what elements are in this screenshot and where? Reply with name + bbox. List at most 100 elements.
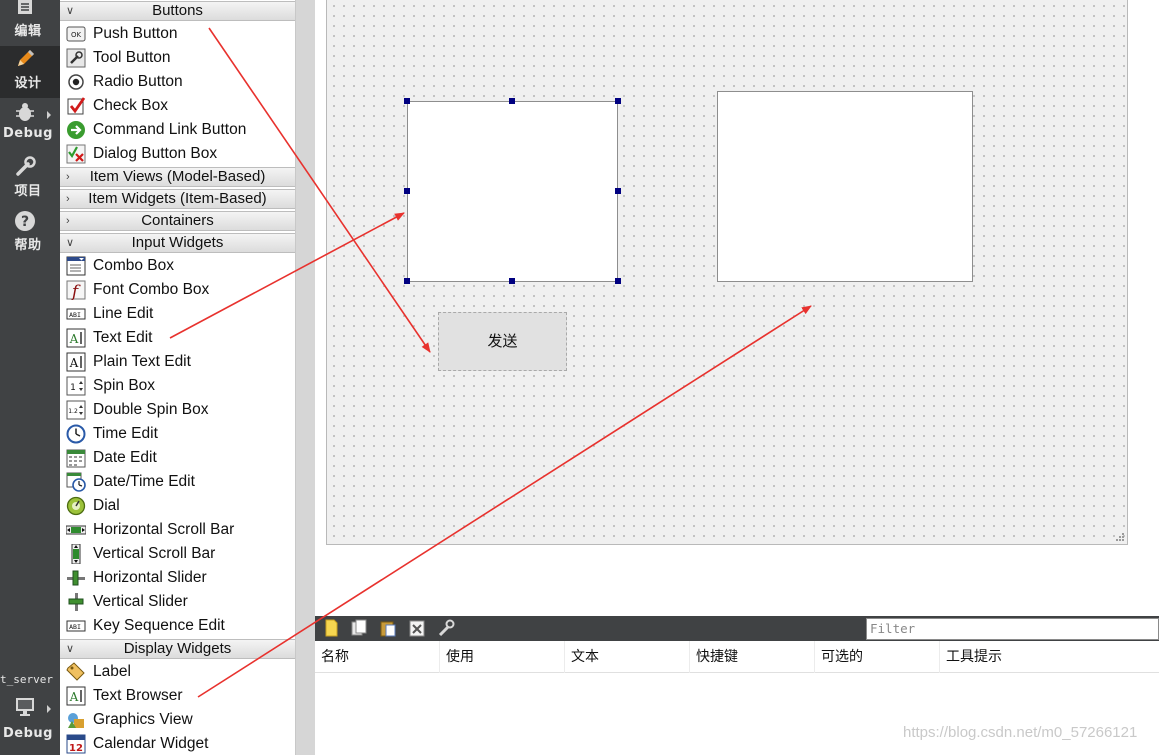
widget-plain-text-edit[interactable]: A Plain Text Edit <box>60 350 295 374</box>
widget-radio-button[interactable]: Radio Button <box>60 70 295 94</box>
widget-date-time-edit[interactable]: Date/Time Edit <box>60 470 295 494</box>
new-action-icon[interactable] <box>322 619 340 637</box>
widget-label: Line Edit <box>93 305 154 322</box>
key-sequence-edit-icon: ABI <box>66 620 86 632</box>
widget-label: Key Sequence Edit <box>93 617 225 634</box>
line-edit-icon: ABI <box>66 308 86 320</box>
column-header-name[interactable]: 名称 <box>315 641 440 673</box>
mode-label: 编辑 <box>14 24 42 39</box>
kit-selector[interactable]: Debug <box>0 694 60 746</box>
watermark: https://blog.csdn.net/m0_57266121 <box>903 724 1138 741</box>
resize-handle[interactable] <box>615 188 621 194</box>
widget-label: Plain Text Edit <box>93 353 191 370</box>
widget-label: Font Combo Box <box>93 281 210 298</box>
mode-edit[interactable]: 编辑 <box>0 0 60 50</box>
mode-project[interactable]: 项目 <box>0 154 60 206</box>
horizontal-slider-icon <box>67 570 85 586</box>
mode-label: 设计 <box>14 76 42 91</box>
resize-handle[interactable] <box>615 98 621 104</box>
resize-handle[interactable] <box>404 278 410 284</box>
dialog-button-box-icon <box>66 144 86 164</box>
double-spin-box-icon: 1.2 <box>66 400 86 420</box>
widget-vertical-slider[interactable]: Vertical Slider <box>60 590 295 614</box>
widget-dialog-button-box[interactable]: Dialog Button Box <box>60 142 295 166</box>
column-header-shortcut[interactable]: 快捷键 <box>690 641 815 673</box>
project-label[interactable]: t_server <box>0 673 60 686</box>
widget-label: Spin Box <box>93 377 156 394</box>
category-display-widgets[interactable]: ∨ Display Widgets <box>60 639 295 659</box>
widget-label: Double Spin Box <box>93 401 209 418</box>
mode-help[interactable]: ? 帮助 <box>0 208 60 260</box>
mode-debug[interactable]: Debug <box>0 100 60 152</box>
configure-icon[interactable] <box>437 619 455 637</box>
widget-key-sequence-edit[interactable]: ABI Key Sequence Edit <box>60 614 295 638</box>
widget-graphics-view[interactable]: Graphics View <box>60 708 295 732</box>
graphics-view-icon <box>68 713 84 728</box>
widget-horizontal-slider[interactable]: Horizontal Slider <box>60 566 295 590</box>
widget-text-browser[interactable]: A Text Browser <box>60 684 295 708</box>
form-canvas[interactable]: 发送 <box>326 0 1128 545</box>
command-link-icon <box>67 121 85 139</box>
svg-text:?: ? <box>21 214 29 230</box>
widget-dial[interactable]: Dial <box>60 494 295 518</box>
resize-handle[interactable] <box>615 278 621 284</box>
column-header-used[interactable]: 使用 <box>440 641 565 673</box>
column-header-tooltip[interactable]: 工具提示 <box>940 641 1159 673</box>
widget-double-spin-box[interactable]: 1.2 Double Spin Box <box>60 398 295 422</box>
category-containers[interactable]: › Containers <box>60 211 295 231</box>
widget-line-edit[interactable]: ABI Line Edit <box>60 302 295 326</box>
edit-mode-icon <box>18 0 32 14</box>
copy-action-icon[interactable] <box>350 619 368 637</box>
column-header-text[interactable]: 文本 <box>565 641 690 673</box>
mode-label: Debug <box>3 126 53 141</box>
mode-design[interactable]: 设计 <box>0 46 60 98</box>
font-combo-box-icon: f <box>66 280 86 300</box>
action-editor: Filter 名称 使用 文本 快捷键 可选的 工具提示 https://blo… <box>315 616 1159 755</box>
category-item-views[interactable]: › Item Views (Model-Based) <box>60 167 295 187</box>
svg-text:OK: OK <box>71 31 82 39</box>
svg-text:ABI: ABI <box>69 311 81 319</box>
resize-grip-icon[interactable] <box>1115 532 1125 542</box>
widget-spin-box[interactable]: 1 Spin Box <box>60 374 295 398</box>
text-browser-widget[interactable] <box>717 91 973 282</box>
resize-handle[interactable] <box>509 98 515 104</box>
widget-label: Command Link Button <box>93 121 247 138</box>
widget-label: Text Edit <box>93 329 153 346</box>
category-item-widgets[interactable]: › Item Widgets (Item-Based) <box>60 189 295 209</box>
resize-handle[interactable] <box>404 188 410 194</box>
category-label: Buttons <box>152 2 203 19</box>
widget-label: Check Box <box>93 97 168 114</box>
delete-action-icon[interactable] <box>408 619 426 637</box>
widget-label: Time Edit <box>93 425 158 442</box>
widget-combo-box[interactable]: Combo Box <box>60 254 295 278</box>
plain-text-edit-icon: A <box>66 352 86 372</box>
category-label: Input Widgets <box>131 234 224 251</box>
widget-check-box[interactable]: Check Box <box>60 94 295 118</box>
widget-label-item[interactable]: Label <box>60 660 295 684</box>
category-input-widgets[interactable]: ∨ Input Widgets <box>60 233 295 253</box>
widget-horizontal-scroll-bar[interactable]: Horizontal Scroll Bar <box>60 518 295 542</box>
widget-push-button[interactable]: OK Push Button <box>60 22 295 46</box>
chevron-down-icon: ∨ <box>66 237 75 249</box>
widget-tool-button[interactable]: Tool Button <box>60 46 295 70</box>
clock-icon <box>66 424 86 444</box>
column-header-checkable[interactable]: 可选的 <box>815 641 940 673</box>
resize-handle[interactable] <box>404 98 410 104</box>
filter-input[interactable]: Filter <box>866 618 1159 640</box>
widget-command-link-button[interactable]: Command Link Button <box>60 118 295 142</box>
category-label: Display Widgets <box>123 640 232 657</box>
widget-calendar-widget[interactable]: 12 Calendar Widget <box>60 732 295 755</box>
widget-time-edit[interactable]: Time Edit <box>60 422 295 446</box>
send-button[interactable]: 发送 <box>438 312 567 371</box>
widget-vertical-scroll-bar[interactable]: Vertical Scroll Bar <box>60 542 295 566</box>
widget-text-edit[interactable]: A Text Edit <box>60 326 295 350</box>
widget-font-combo-box[interactable]: f Font Combo Box <box>60 278 295 302</box>
category-buttons[interactable]: ∨ Buttons <box>60 1 295 21</box>
resize-handle[interactable] <box>509 278 515 284</box>
splitter-handle[interactable] <box>296 0 315 755</box>
text-edit-widget[interactable] <box>407 101 618 282</box>
paste-action-icon[interactable] <box>379 619 397 637</box>
svg-text:1: 1 <box>70 383 76 393</box>
check-box-icon <box>67 97 86 115</box>
widget-date-edit[interactable]: Date Edit <box>60 446 295 470</box>
